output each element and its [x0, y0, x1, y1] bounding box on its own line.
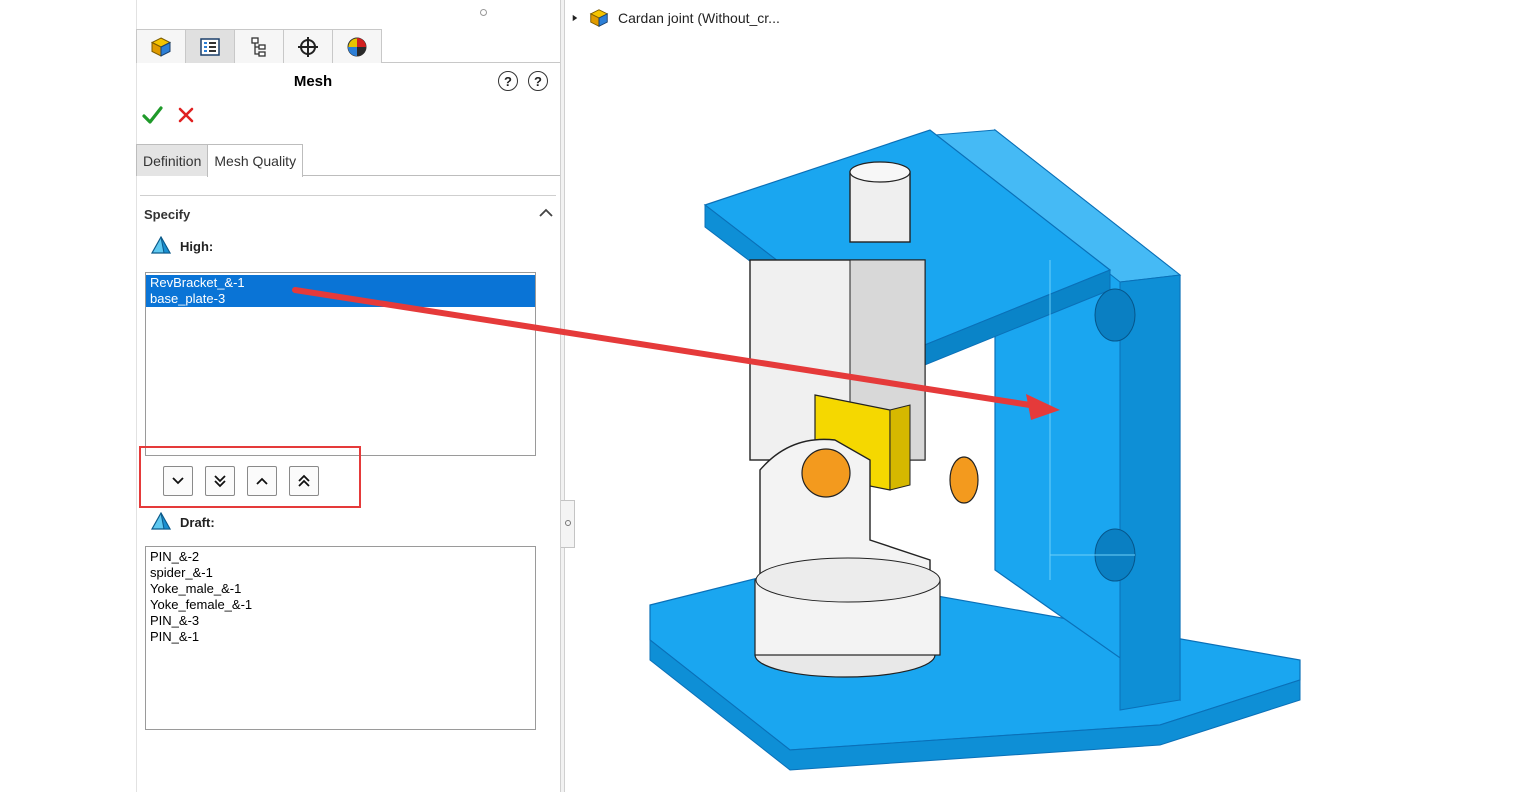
chevron-up-icon	[256, 477, 268, 485]
list-item[interactable]: PIN_&-1	[149, 629, 532, 645]
move-all-up-button[interactable]	[289, 466, 319, 496]
manager-tab-bar	[136, 29, 560, 63]
draft-label: Draft:	[180, 514, 215, 530]
list-item[interactable]: PIN_&-3	[149, 613, 532, 629]
tetra-mesh-high-icon	[150, 236, 172, 254]
tab-feature-manager[interactable]	[136, 29, 186, 63]
draft-quality-list[interactable]: PIN_&-2 spider_&-1 Yoke_male_&-1 Yoke_fe…	[145, 546, 536, 730]
tab-display-manager[interactable]	[332, 29, 382, 63]
tab-configuration-manager[interactable]	[234, 29, 284, 63]
assembly-icon	[589, 9, 609, 27]
assembly-name: Cardan joint (Without_cr...	[618, 10, 780, 26]
tab-dimxpert-manager[interactable]	[283, 29, 333, 63]
chevron-up-collapse-icon[interactable]	[538, 206, 554, 220]
splitter-collapse-handle[interactable]	[561, 500, 575, 548]
dimxpert-manager-icon	[298, 36, 318, 57]
feature-manager-icon	[150, 36, 172, 57]
tetra-mesh-draft-icon	[150, 512, 172, 530]
mesh-tab-bar: Definition Mesh Quality	[136, 144, 560, 177]
panel-splitter[interactable]	[560, 0, 565, 792]
double-chevron-up-icon	[298, 474, 310, 487]
tab-property-manager[interactable]	[185, 29, 235, 63]
list-item[interactable]: Yoke_female_&-1	[149, 597, 532, 613]
property-manager-title: Mesh	[293, 73, 333, 90]
draft-level-row: Draft:	[150, 512, 215, 532]
expand-arrow-icon[interactable]	[570, 13, 580, 23]
whats-new-icon[interactable]: ?	[498, 71, 518, 91]
tab-definition[interactable]: Definition	[136, 144, 208, 176]
list-item[interactable]: base_plate-3	[146, 291, 535, 307]
ok-checkmark-icon[interactable]	[141, 104, 163, 126]
list-item[interactable]: Yoke_male_&-1	[149, 581, 532, 597]
graphics-viewport[interactable]	[600, 110, 1340, 780]
specify-section-title: Specify	[144, 207, 191, 222]
high-label: High:	[180, 238, 214, 254]
help-icon[interactable]: ?	[528, 71, 548, 91]
base-plate[interactable]	[649, 569, 1301, 771]
panel-grip-icon[interactable]	[480, 9, 487, 16]
move-all-down-button[interactable]	[205, 466, 235, 496]
tab-mesh-quality[interactable]: Mesh Quality	[207, 144, 304, 177]
property-manager-icon	[200, 37, 220, 56]
move-down-button[interactable]	[163, 466, 193, 496]
feature-tree-node[interactable]: Cardan joint (Without_cr...	[570, 7, 780, 29]
display-manager-icon	[347, 37, 367, 56]
double-chevron-down-icon	[214, 475, 226, 488]
chevron-down-icon	[172, 477, 184, 485]
high-quality-list[interactable]: RevBracket_&-1 base_plate-3	[145, 272, 536, 456]
configuration-manager-icon	[251, 36, 266, 57]
section-divider	[140, 195, 556, 196]
list-item[interactable]: spider_&-1	[149, 565, 532, 581]
move-up-button[interactable]	[247, 466, 277, 496]
splitter-dot-icon	[565, 520, 571, 526]
list-item[interactable]: PIN_&-2	[149, 549, 532, 565]
help-icons: ? ?	[498, 71, 548, 91]
move-buttons	[163, 466, 319, 496]
list-item[interactable]: RevBracket_&-1	[146, 275, 535, 291]
cancel-x-icon[interactable]	[176, 104, 196, 126]
high-level-row: High:	[150, 236, 213, 256]
